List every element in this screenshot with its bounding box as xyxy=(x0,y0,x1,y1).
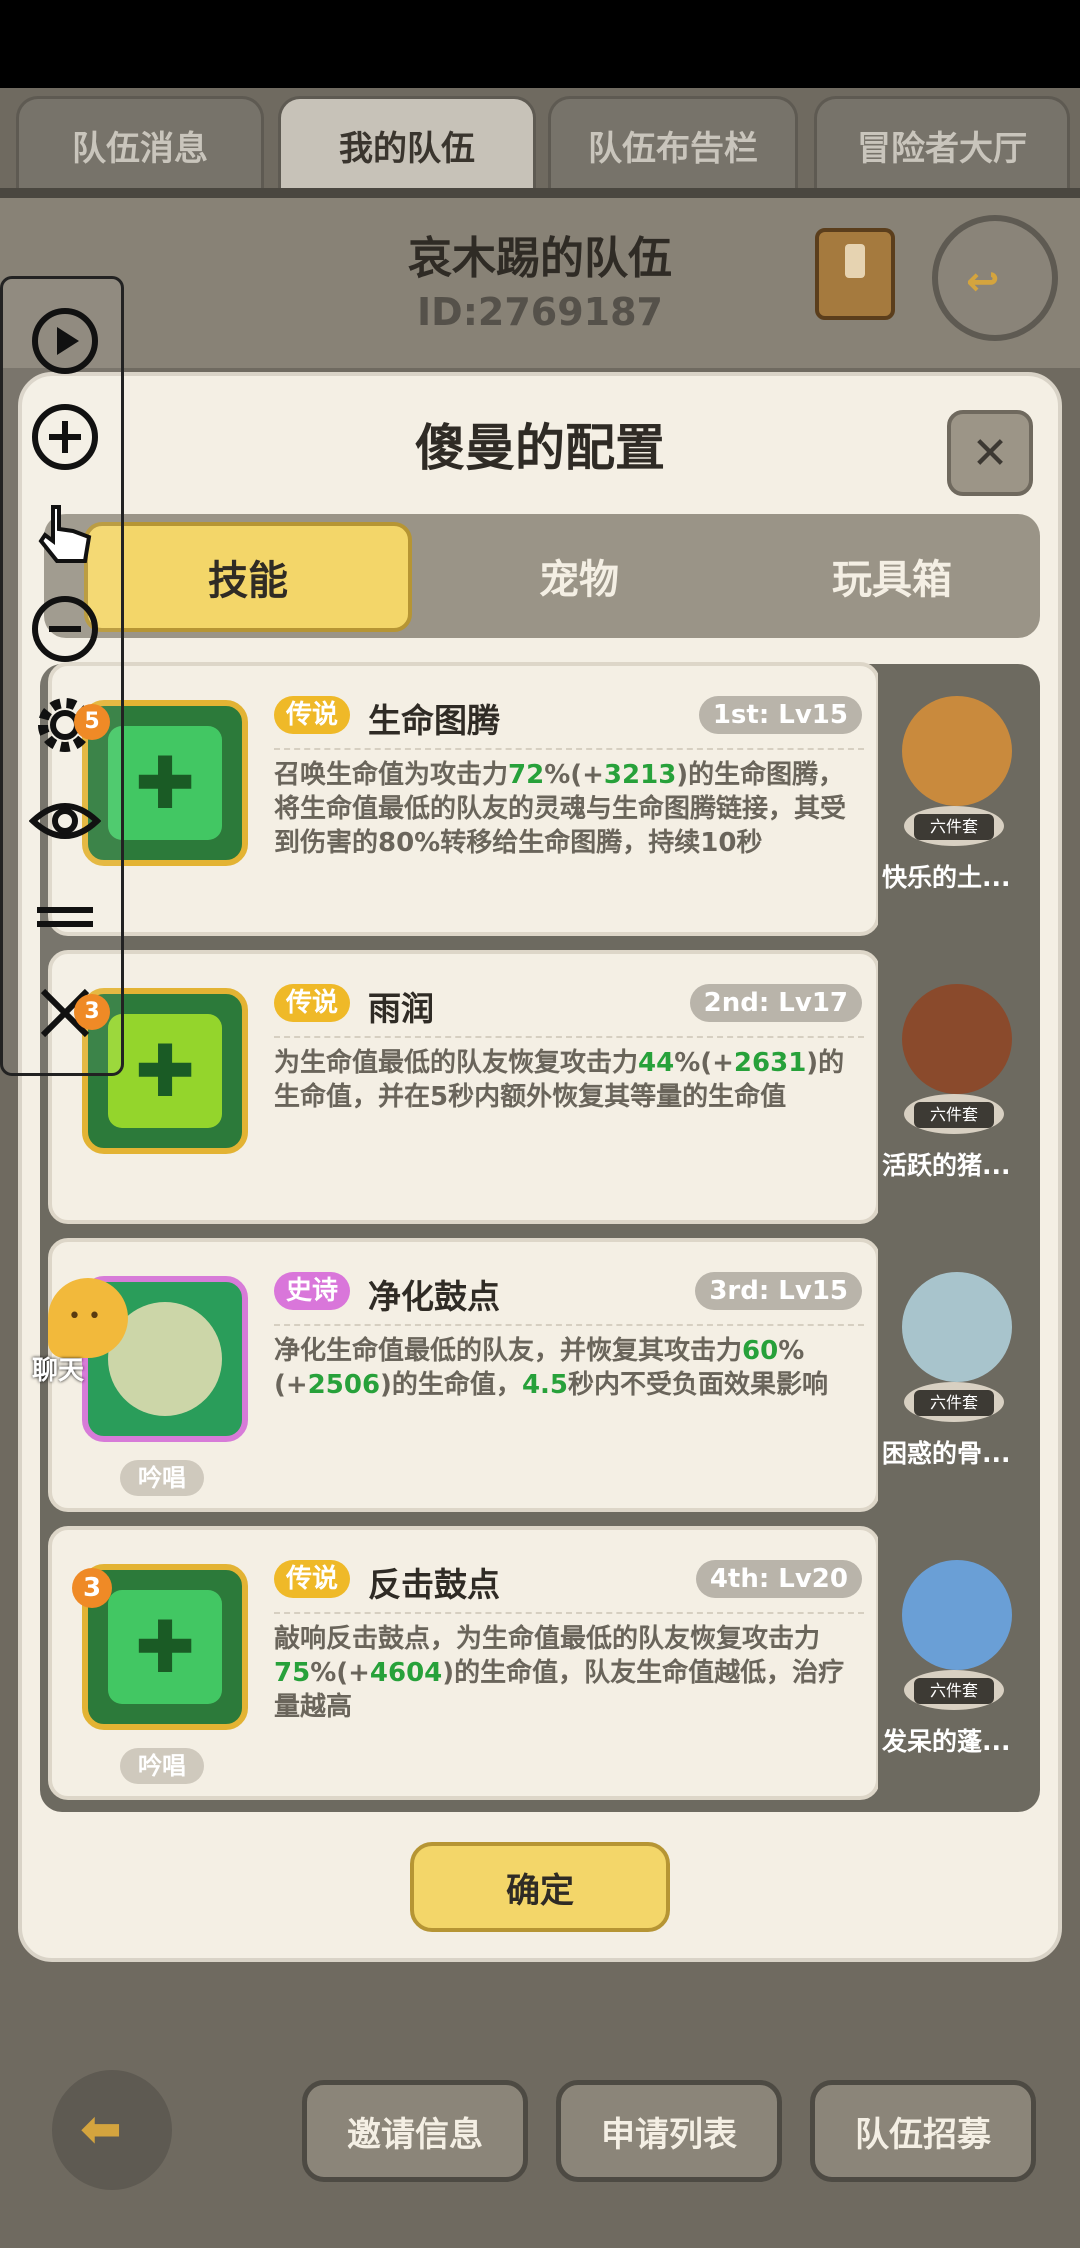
skill-card[interactable]: ✚ 传说 雨润 2nd: Lv17 为生命值最低的队友恢复攻击力44%(+263… xyxy=(48,950,880,1224)
skill-description: 敲响反击鼓点，为生命值最低的队友恢复攻击力75%(+4604)的生命值，队友生命… xyxy=(274,1624,845,1722)
chant-badge: 吟唱 xyxy=(120,1748,204,1784)
set-tag: 六件套 xyxy=(914,1390,994,1416)
zoom-in-icon[interactable] xyxy=(27,399,103,475)
invite-info-button[interactable]: 邀请信息 xyxy=(302,2080,528,2182)
skill-card[interactable]: ✚ 吟唱 传说 反击鼓点 4th: Lv20 敲响反击鼓点，为生命值最低的队友恢… xyxy=(48,1526,880,1800)
confirm-button[interactable]: 确定 xyxy=(410,1842,670,1932)
skill-description: 为生命值最低的队友恢复攻击力44%(+2631)的生命值，并在5秒内额外恢复其等… xyxy=(274,1048,845,1112)
skill-description: 召唤生命值为攻击力72%(+3213)的生命图腾，将生命值最低的队友的灵魂与生命… xyxy=(274,760,847,858)
tab-adventurer-hall[interactable]: 冒险者大厅 xyxy=(814,96,1070,192)
application-list-button[interactable]: 申请列表 xyxy=(556,2080,782,2182)
rarity-badge: 传说 xyxy=(274,1560,351,1598)
subtab-toybox[interactable]: 玩具箱 xyxy=(744,514,1040,638)
pet-slot[interactable]: 六件套 困惑的骨... xyxy=(878,1242,1026,1512)
skill-card[interactable]: 吟唱 史诗 净化鼓点 3rd: Lv15 净化生命值最低的队友，并恢复其攻击力6… xyxy=(48,1238,880,1512)
skill-slot-level: 4th: Lv20 xyxy=(695,1560,862,1598)
rarity-badge: 史诗 xyxy=(274,1272,351,1310)
pet-figure xyxy=(902,1560,1012,1670)
modal-title: 傻曼的配置 xyxy=(415,419,665,477)
skill-name: 生命图腾 xyxy=(368,701,500,740)
menu-lines-icon[interactable] xyxy=(27,879,103,955)
chat-label: 聊天 xyxy=(32,1356,85,1386)
floating-toolbar xyxy=(0,276,124,1076)
skill-name: 雨润 xyxy=(368,989,434,1028)
tab-my-team[interactable]: 我的队伍 xyxy=(278,96,536,192)
team-recruit-button[interactable]: 队伍招募 xyxy=(810,2080,1036,2182)
skill-name: 反击鼓点 xyxy=(368,1565,500,1604)
rarity-badge: 传说 xyxy=(274,984,351,1022)
pet-name: 困惑的骨... xyxy=(882,1439,1011,1468)
pet-name: 快乐的土... xyxy=(882,863,1011,892)
zoom-out-icon[interactable] xyxy=(27,591,103,667)
skill-description: 净化生命值最低的队友，并恢复其攻击力60%(+2506)的生命值，4.5秒内不受… xyxy=(274,1336,829,1400)
back-button[interactable]: ⬅ xyxy=(52,2070,172,2190)
config-subtabs: 技能 宠物 玩具箱 xyxy=(44,514,1040,638)
gear-badge: 5 xyxy=(74,704,110,740)
eye-icon[interactable] xyxy=(27,783,103,859)
pet-slot[interactable]: 六件套 快乐的土... xyxy=(878,666,1026,936)
team-id: ID:2769187 xyxy=(417,290,663,334)
tap-hand-icon[interactable] xyxy=(27,495,103,571)
play-icon[interactable] xyxy=(27,303,103,379)
pet-figure xyxy=(902,696,1012,806)
set-tag: 六件套 xyxy=(914,1678,994,1704)
skill-card[interactable]: ✚ 传说 生命图腾 1st: Lv15 召唤生命值为攻击力72%(+3213)的… xyxy=(48,662,880,936)
pet-figure xyxy=(902,1272,1012,1382)
scroll-icon[interactable] xyxy=(815,228,895,320)
subtab-skills[interactable]: 技能 xyxy=(84,522,412,632)
tab-team-messages[interactable]: 队伍消息 xyxy=(16,96,264,192)
close-badge: 3 xyxy=(74,994,110,1030)
team-tabs: 队伍消息 我的队伍 队伍布告栏 冒险者大厅 xyxy=(0,96,1080,192)
skill-name: 净化鼓点 xyxy=(368,1277,500,1316)
skill-level-badge: 3 xyxy=(72,1568,112,1608)
pet-name: 活跃的猪... xyxy=(882,1151,1011,1180)
rarity-badge: 传说 xyxy=(274,696,351,734)
pet-name: 发呆的蓬... xyxy=(882,1727,1011,1756)
exit-arrow-icon: ↩ xyxy=(966,259,1000,305)
skill-slot-level: 3rd: Lv15 xyxy=(695,1272,862,1310)
set-tag: 六件套 xyxy=(914,1102,994,1128)
set-tag: 六件套 xyxy=(914,814,994,840)
team-name: 哀木踢的队伍 xyxy=(408,233,672,284)
chat-button[interactable]: • • 聊天 xyxy=(10,1268,130,1388)
pet-slot[interactable]: 六件套 活跃的猪... xyxy=(878,954,1026,1224)
chant-badge: 吟唱 xyxy=(120,1460,204,1496)
back-arrow-icon: ⬅ xyxy=(80,2100,122,2158)
subtab-pets[interactable]: 宠物 xyxy=(414,514,744,638)
tab-team-board[interactable]: 队伍布告栏 xyxy=(548,96,798,192)
pet-slot[interactable]: 六件套 发呆的蓬... xyxy=(878,1530,1026,1800)
tab-divider xyxy=(0,188,1080,198)
skill-slot-level: 1st: Lv15 xyxy=(698,696,862,734)
close-button[interactable]: ✕ xyxy=(947,410,1033,496)
pet-figure xyxy=(902,984,1012,1094)
status-bar xyxy=(0,0,1080,88)
skill-slot-level: 2nd: Lv17 xyxy=(689,984,862,1022)
exit-team-button[interactable]: ↩ xyxy=(932,215,1058,341)
